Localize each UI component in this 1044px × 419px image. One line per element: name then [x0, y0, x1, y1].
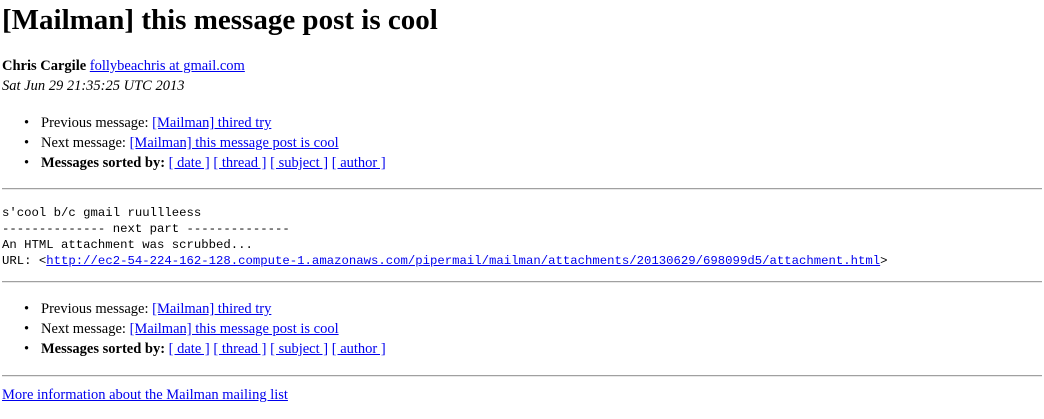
attachment-url-link[interactable]: http://ec2-54-224-162-128.compute-1.amaz…: [46, 254, 880, 268]
more-info-link[interactable]: More information about the Mailman maili…: [2, 387, 288, 403]
bullet-icon: •: [24, 115, 30, 131]
sort-by-subject-link[interactable]: [ subject ]: [270, 341, 328, 357]
body-line-3: An HTML attachment was scrubbed...: [2, 238, 253, 252]
sorted-by-item: • Messages sorted by: [ date ] [ thread …: [24, 341, 386, 361]
footer: More information about the Mailman maili…: [2, 387, 288, 404]
sort-by-thread-link[interactable]: [ thread ]: [213, 155, 266, 171]
sort-by-date-link[interactable]: [ date ]: [169, 341, 210, 357]
previous-message-item: • Previous message: [Mailman] thired try: [24, 301, 386, 321]
divider: [2, 281, 1042, 283]
next-message-link[interactable]: [Mailman] this message post is cool: [130, 321, 339, 337]
sort-by-author-link[interactable]: [ author ]: [332, 155, 386, 171]
author-name: Chris Cargile: [2, 58, 87, 74]
author-line: Chris Cargile follybeachris at gmail.com: [2, 58, 245, 75]
url-suffix: >: [880, 254, 888, 268]
sorted-by-label: Messages sorted by:: [41, 155, 166, 171]
next-message-item: • Next message: [Mailman] this message p…: [24, 135, 386, 155]
bullet-icon: •: [24, 135, 30, 151]
body-line-1: s'cool b/c gmail ruullleess: [2, 206, 202, 220]
bullet-icon: •: [24, 321, 30, 337]
top-navigation: • Previous message: [Mailman] thired try…: [24, 115, 386, 175]
message-body: s'cool b/c gmail ruullleess ------------…: [2, 205, 888, 269]
bottom-navigation: • Previous message: [Mailman] thired try…: [24, 301, 386, 361]
divider: [2, 375, 1042, 377]
sort-by-thread-link[interactable]: [ thread ]: [213, 341, 266, 357]
bullet-icon: •: [24, 341, 30, 357]
next-message-item: • Next message: [Mailman] this message p…: [24, 321, 386, 341]
next-message-label: Next message:: [41, 321, 126, 337]
sort-by-subject-link[interactable]: [ subject ]: [270, 155, 328, 171]
author-email-link[interactable]: follybeachris at gmail.com: [90, 58, 245, 74]
body-line-2: -------------- next part --------------: [2, 222, 290, 236]
sorted-by-label: Messages sorted by:: [41, 341, 166, 357]
sort-by-date-link[interactable]: [ date ]: [169, 155, 210, 171]
bullet-icon: •: [24, 301, 30, 317]
sort-by-author-link[interactable]: [ author ]: [332, 341, 386, 357]
previous-message-link[interactable]: [Mailman] thired try: [152, 115, 271, 131]
sorted-by-item: • Messages sorted by: [ date ] [ thread …: [24, 155, 386, 175]
divider: [2, 188, 1042, 190]
url-prefix: URL: <: [2, 254, 47, 268]
previous-message-label: Previous message:: [41, 115, 149, 131]
previous-message-item: • Previous message: [Mailman] thired try: [24, 115, 386, 135]
bullet-icon: •: [24, 155, 30, 171]
next-message-label: Next message:: [41, 135, 126, 151]
message-date: Sat Jun 29 21:35:25 UTC 2013: [2, 78, 185, 94]
page-title: [Mailman] this message post is cool: [2, 4, 438, 36]
previous-message-label: Previous message:: [41, 301, 149, 317]
next-message-link[interactable]: [Mailman] this message post is cool: [130, 135, 339, 151]
previous-message-link[interactable]: [Mailman] thired try: [152, 301, 271, 317]
